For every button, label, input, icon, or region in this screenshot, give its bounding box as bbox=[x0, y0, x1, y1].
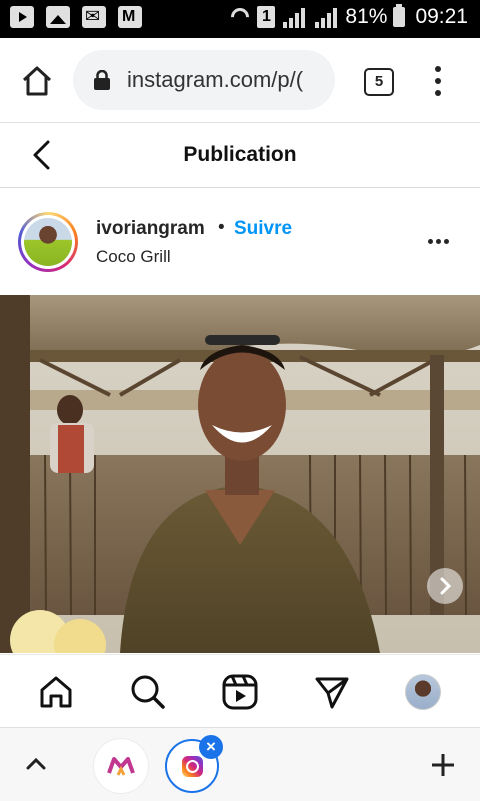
instagram-logo-icon bbox=[182, 756, 203, 777]
gallery-icon bbox=[46, 6, 70, 28]
app-navigation-bar bbox=[0, 654, 480, 727]
search-icon[interactable] bbox=[129, 673, 167, 711]
browser-toolbar: instagram.com/p/( 5 bbox=[0, 38, 480, 123]
chevron-up-icon[interactable] bbox=[24, 754, 48, 774]
tab-thumbnail[interactable] bbox=[94, 739, 148, 793]
battery-icon bbox=[393, 4, 406, 27]
tab-switcher-button[interactable]: 5 bbox=[364, 68, 394, 96]
next-image-arrow-icon[interactable] bbox=[427, 568, 463, 604]
home-nav-icon[interactable] bbox=[37, 673, 75, 711]
youtube-icon bbox=[10, 6, 34, 28]
wifi-icon bbox=[229, 6, 251, 28]
home-icon[interactable] bbox=[20, 64, 54, 98]
status-bar: 1 81% 09:21 bbox=[0, 0, 480, 38]
overflow-menu-icon[interactable] bbox=[430, 66, 446, 96]
avatar[interactable] bbox=[18, 212, 78, 272]
post-image[interactable] bbox=[0, 295, 480, 653]
profile-avatar[interactable] bbox=[405, 674, 441, 710]
close-tab-icon[interactable]: × bbox=[199, 735, 223, 759]
location-link[interactable]: Coco Grill bbox=[96, 247, 171, 267]
username-link[interactable]: ivoriangram bbox=[96, 218, 205, 240]
new-tab-plus-icon[interactable] bbox=[430, 752, 456, 778]
page-header: Publication bbox=[0, 123, 480, 188]
more-options-icon[interactable] bbox=[426, 238, 452, 246]
signal-icon bbox=[281, 6, 307, 28]
url-text: instagram.com/p/( bbox=[127, 67, 304, 92]
gmail-icon bbox=[118, 6, 142, 28]
battery-percent: 81% bbox=[345, 5, 388, 28]
clock: 09:21 bbox=[415, 5, 468, 28]
separator-dot: • bbox=[218, 217, 225, 238]
post-header: ivoriangram • Suivre Coco Grill bbox=[0, 188, 480, 294]
sim-indicator: 1 bbox=[257, 6, 276, 28]
reels-icon[interactable] bbox=[221, 673, 259, 711]
mail-icon bbox=[82, 6, 106, 28]
follow-button[interactable]: Suivre bbox=[234, 218, 292, 240]
lock-icon bbox=[94, 70, 110, 90]
page-title: Publication bbox=[183, 143, 297, 166]
browser-bottom-bar: × bbox=[0, 727, 480, 801]
signal-icon-2 bbox=[313, 6, 339, 28]
address-bar[interactable]: instagram.com/p/( bbox=[73, 50, 335, 110]
direct-messages-icon[interactable] bbox=[313, 673, 351, 711]
